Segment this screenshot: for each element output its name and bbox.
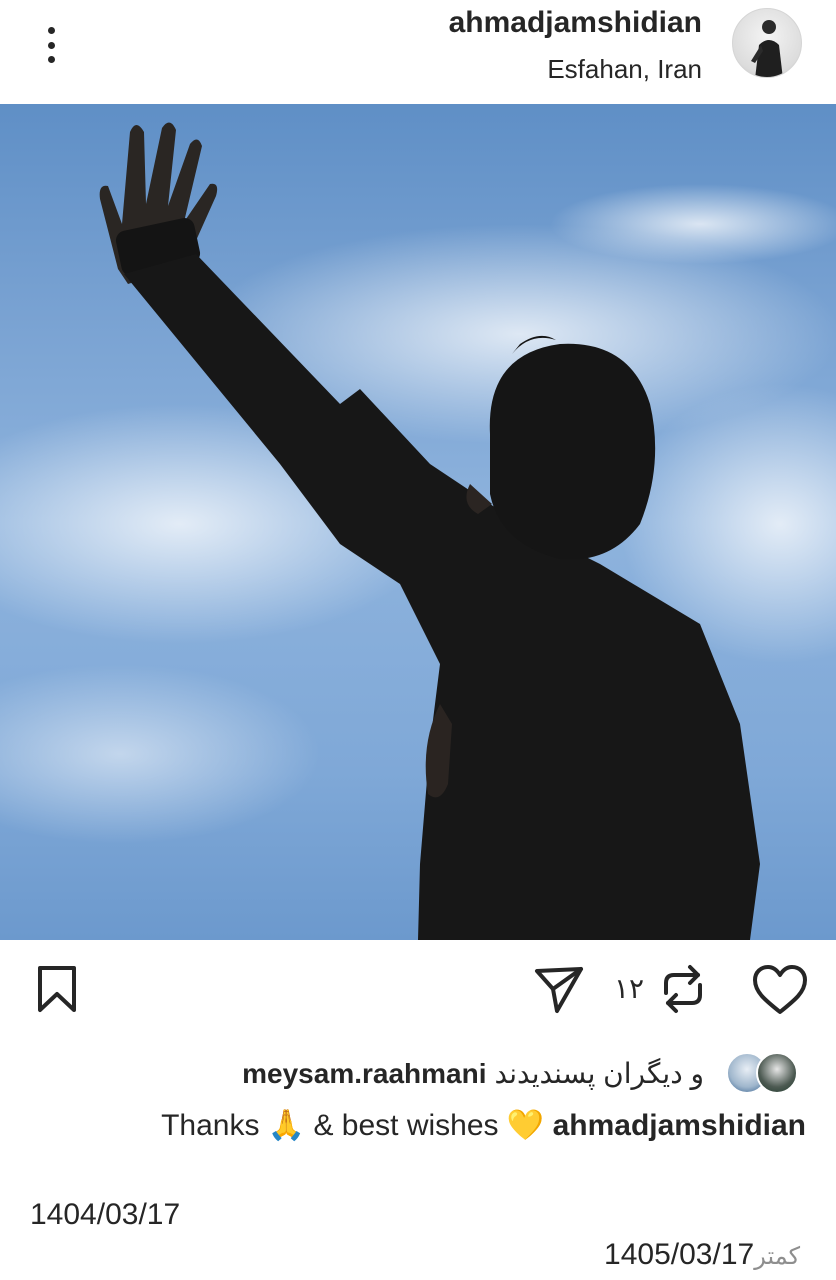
post-username[interactable]: ahmadjamshidian [449,4,702,42]
repost-count: ۱۲ [614,973,645,1004]
caption-text: Thanks 🙏 & best wishes 💛 [161,1109,545,1142]
liked-by-username[interactable]: meysam.raahmani [242,1058,486,1089]
likes-text: meysam.raahmani و دیگران پسندیدند [242,1057,704,1090]
author-avatar[interactable] [732,8,802,78]
memory-date: 1405/03/17 [604,1238,755,1271]
silhouette-image [0,122,836,940]
liker-avatar [756,1052,798,1094]
post-author-block: ahmadjamshidian Esfahan, Iran [449,4,702,86]
post-caption: Thanks 🙏 & best wishes 💛 ahmadjamshidian [161,1108,806,1143]
action-bar: ۱۲ [0,940,836,1040]
memory-date-row: کمتر1405/03/17 [604,1238,806,1272]
post-header: ahmadjamshidian Esfahan, Iran [0,0,836,104]
caption-username[interactable]: ahmadjamshidian [553,1109,806,1142]
more-options-icon[interactable] [36,24,66,66]
heart-icon[interactable] [750,962,810,1018]
likes-summary[interactable]: meysam.raahmani و دیگران پسندیدند [242,1050,804,1096]
post-date: 1404/03/17 [30,1198,181,1231]
liker-avatars[interactable] [726,1050,804,1096]
show-less-link[interactable]: کمتر [754,1243,800,1270]
bookmark-icon[interactable] [32,962,82,1016]
repost-icon[interactable] [656,962,710,1016]
likes-others-text: و دیگران پسندیدند [494,1057,705,1089]
post-screen: ahmadjamshidian Esfahan, Iran ۱۲ meysam.… [0,0,836,1280]
post-photo[interactable] [0,104,836,940]
post-location[interactable]: Esfahan, Iran [449,52,702,86]
send-icon[interactable] [532,962,586,1016]
